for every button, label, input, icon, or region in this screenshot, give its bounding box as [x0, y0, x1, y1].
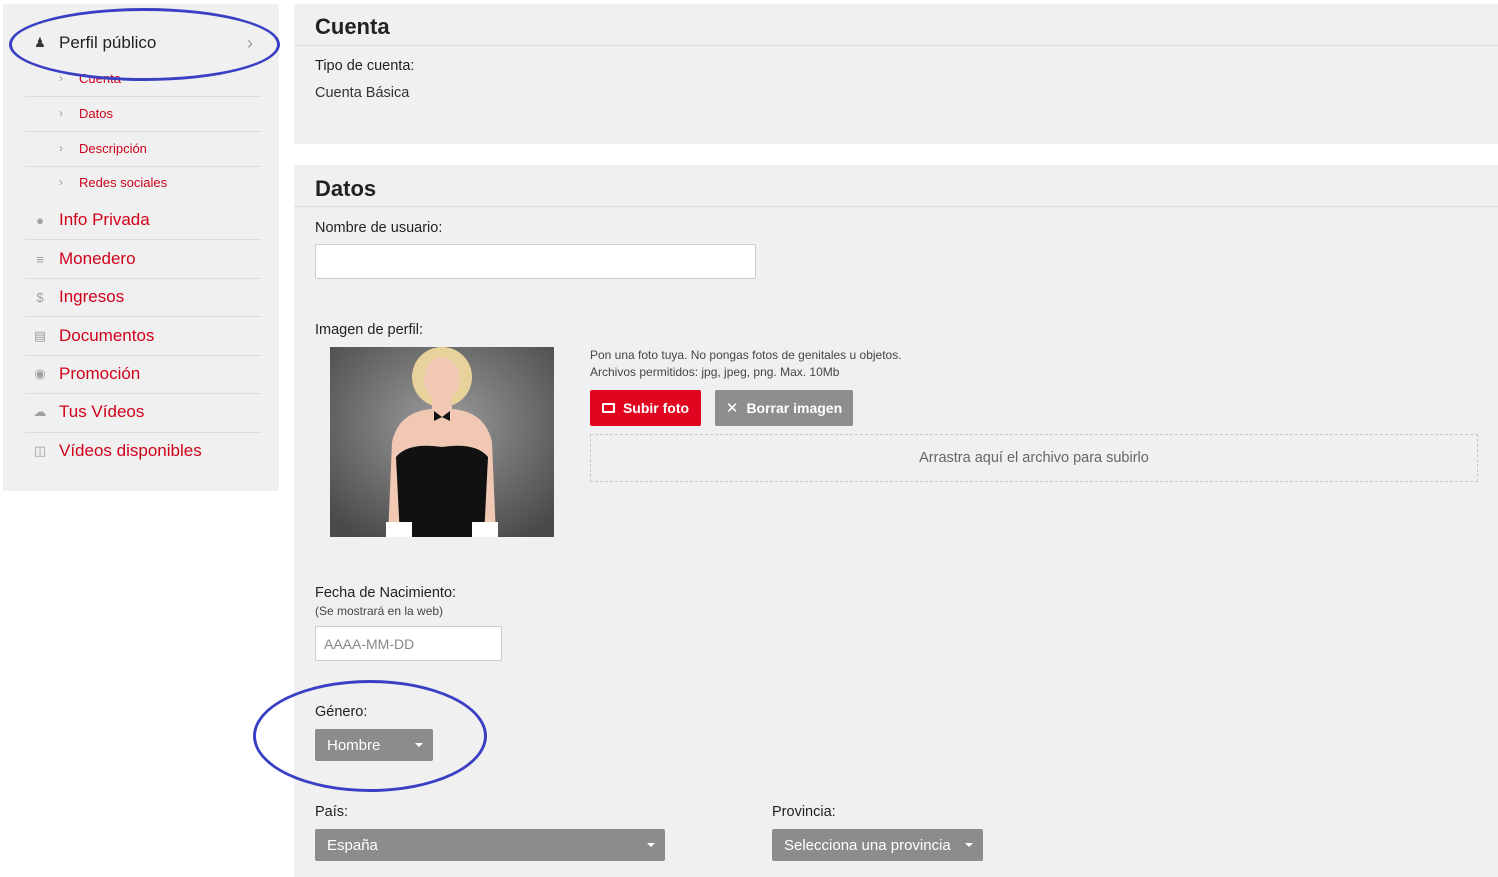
upload-photo-button[interactable]: Subir foto	[590, 390, 701, 426]
sidebar-subitem-label: Datos	[79, 105, 113, 121]
sidebar-item-label: Info Privada	[59, 210, 150, 229]
sidebar-item-monedero[interactable]: ≡ Monedero	[25, 247, 261, 271]
image-icon	[601, 403, 615, 413]
divider	[25, 316, 261, 317]
divider	[25, 96, 261, 97]
chevron-right-icon: ›	[59, 175, 63, 189]
sidebar-subitem-cuenta[interactable]: › Cuenta	[25, 68, 261, 88]
sidebar-subitem-label: Descripción	[79, 140, 147, 156]
film-icon: ◫	[33, 443, 47, 458]
country-select[interactable]: España	[315, 829, 665, 861]
divider	[25, 166, 261, 167]
divider	[25, 355, 261, 356]
account-type-value: Cuenta Básica	[315, 85, 410, 101]
birth-date-note: (Se mostrará en la web)	[315, 604, 444, 618]
birth-date-input[interactable]: AAAA-MM-DD	[315, 626, 502, 661]
sidebar-item-label: Promoción	[59, 364, 141, 383]
gender-select[interactable]: Hombre	[315, 729, 433, 761]
cuenta-panel: Cuenta Tipo de cuenta: Cuenta Básica	[294, 4, 1498, 144]
sidebar-item-info-privada[interactable]: ● Info Privada	[25, 208, 261, 232]
chevron-right-icon: ›	[59, 71, 63, 85]
user-icon: ●	[36, 212, 44, 228]
dropzone-text: Arrastra aquí el archivo para subirlo	[919, 450, 1149, 466]
sidebar-item-label: Vídeos disponibles	[59, 441, 202, 460]
panel-title: Datos	[315, 176, 377, 201]
sidebar-item-tus-videos[interactable]: ☁ Tus Vídeos	[25, 400, 261, 424]
datos-panel: Datos Nombre de usuario: Imagen de perfi…	[294, 165, 1498, 877]
caret-down-icon	[415, 743, 423, 747]
sidebar-item-promocion[interactable]: ◉ Promoción	[25, 362, 261, 386]
chevron-right-icon: ›	[59, 106, 63, 120]
province-label: Provincia:	[772, 804, 836, 820]
globe-icon: ◉	[34, 366, 46, 381]
sidebar-item-label: Monedero	[59, 249, 136, 268]
sidebar-item-documentos[interactable]: ▤ Documentos	[25, 324, 261, 348]
sidebar: ♟ Perfil público › › Cuenta › Datos › De…	[3, 4, 279, 491]
chevron-right-icon: ›	[247, 32, 253, 53]
sidebar-item-perfil-publico[interactable]: ♟ Perfil público ›	[25, 31, 261, 55]
divider	[294, 45, 1498, 46]
sidebar-subitem-redes-sociales[interactable]: › Redes sociales	[25, 172, 261, 192]
sidebar-item-label: Documentos	[59, 326, 155, 345]
divider	[25, 393, 261, 394]
dollar-icon: $	[36, 289, 44, 305]
gender-value: Hombre	[327, 736, 381, 754]
cloud-upload-icon: ☁	[33, 404, 47, 419]
delete-image-label: Borrar imagen	[746, 400, 843, 416]
country-value: España	[327, 836, 378, 854]
sidebar-subitem-datos[interactable]: › Datos	[25, 103, 261, 123]
sidebar-item-videos-disponibles[interactable]: ◫ Vídeos disponibles	[25, 439, 261, 463]
sidebar-subitem-label: Redes sociales	[79, 174, 168, 190]
panel-title: Cuenta	[315, 14, 390, 39]
divider	[25, 278, 261, 279]
image-hint-2: Archivos permitidos: jpg, jpeg, png. Max…	[590, 365, 840, 379]
upload-photo-label: Subir foto	[622, 400, 690, 416]
birth-date-placeholder: AAAA-MM-DD	[324, 635, 415, 652]
gender-label: Género:	[315, 704, 368, 720]
username-label: Nombre de usuario:	[315, 220, 443, 236]
profile-image-label: Imagen de perfil:	[315, 322, 424, 338]
chevron-right-icon: ›	[59, 141, 63, 155]
divider	[25, 432, 261, 433]
divider	[25, 239, 261, 240]
caret-down-icon	[965, 843, 973, 847]
province-value: Selecciona una provincia	[784, 836, 951, 854]
divider	[25, 131, 261, 132]
close-icon: ✕	[725, 400, 739, 417]
sidebar-item-label: Ingresos	[59, 287, 125, 306]
birth-date-label: Fecha de Nacimiento:	[315, 585, 457, 601]
dropzone[interactable]: Arrastra aquí el archivo para subirlo	[590, 434, 1478, 482]
users-icon: ♟	[34, 35, 46, 50]
profile-photo-image	[330, 347, 554, 537]
sidebar-subitem-descripcion[interactable]: › Descripción	[25, 138, 261, 158]
delete-image-button[interactable]: ✕ Borrar imagen	[715, 390, 853, 426]
account-type-label: Tipo de cuenta:	[315, 58, 415, 74]
coins-icon: ≡	[36, 251, 44, 267]
province-select[interactable]: Selecciona una provincia	[772, 829, 983, 861]
documents-icon: ▤	[33, 328, 47, 343]
caret-down-icon	[647, 843, 655, 847]
profile-photo	[330, 347, 554, 537]
image-hint-1: Pon una foto tuya. No pongas fotos de ge…	[590, 348, 902, 362]
divider	[294, 206, 1498, 207]
username-input[interactable]	[315, 244, 756, 279]
sidebar-subitem-label: Cuenta	[79, 70, 121, 86]
sidebar-item-ingresos[interactable]: $ Ingresos	[25, 285, 261, 309]
sidebar-item-label: Perfil público	[59, 33, 157, 52]
sidebar-item-label: Tus Vídeos	[59, 402, 145, 421]
country-label: País:	[315, 804, 349, 820]
